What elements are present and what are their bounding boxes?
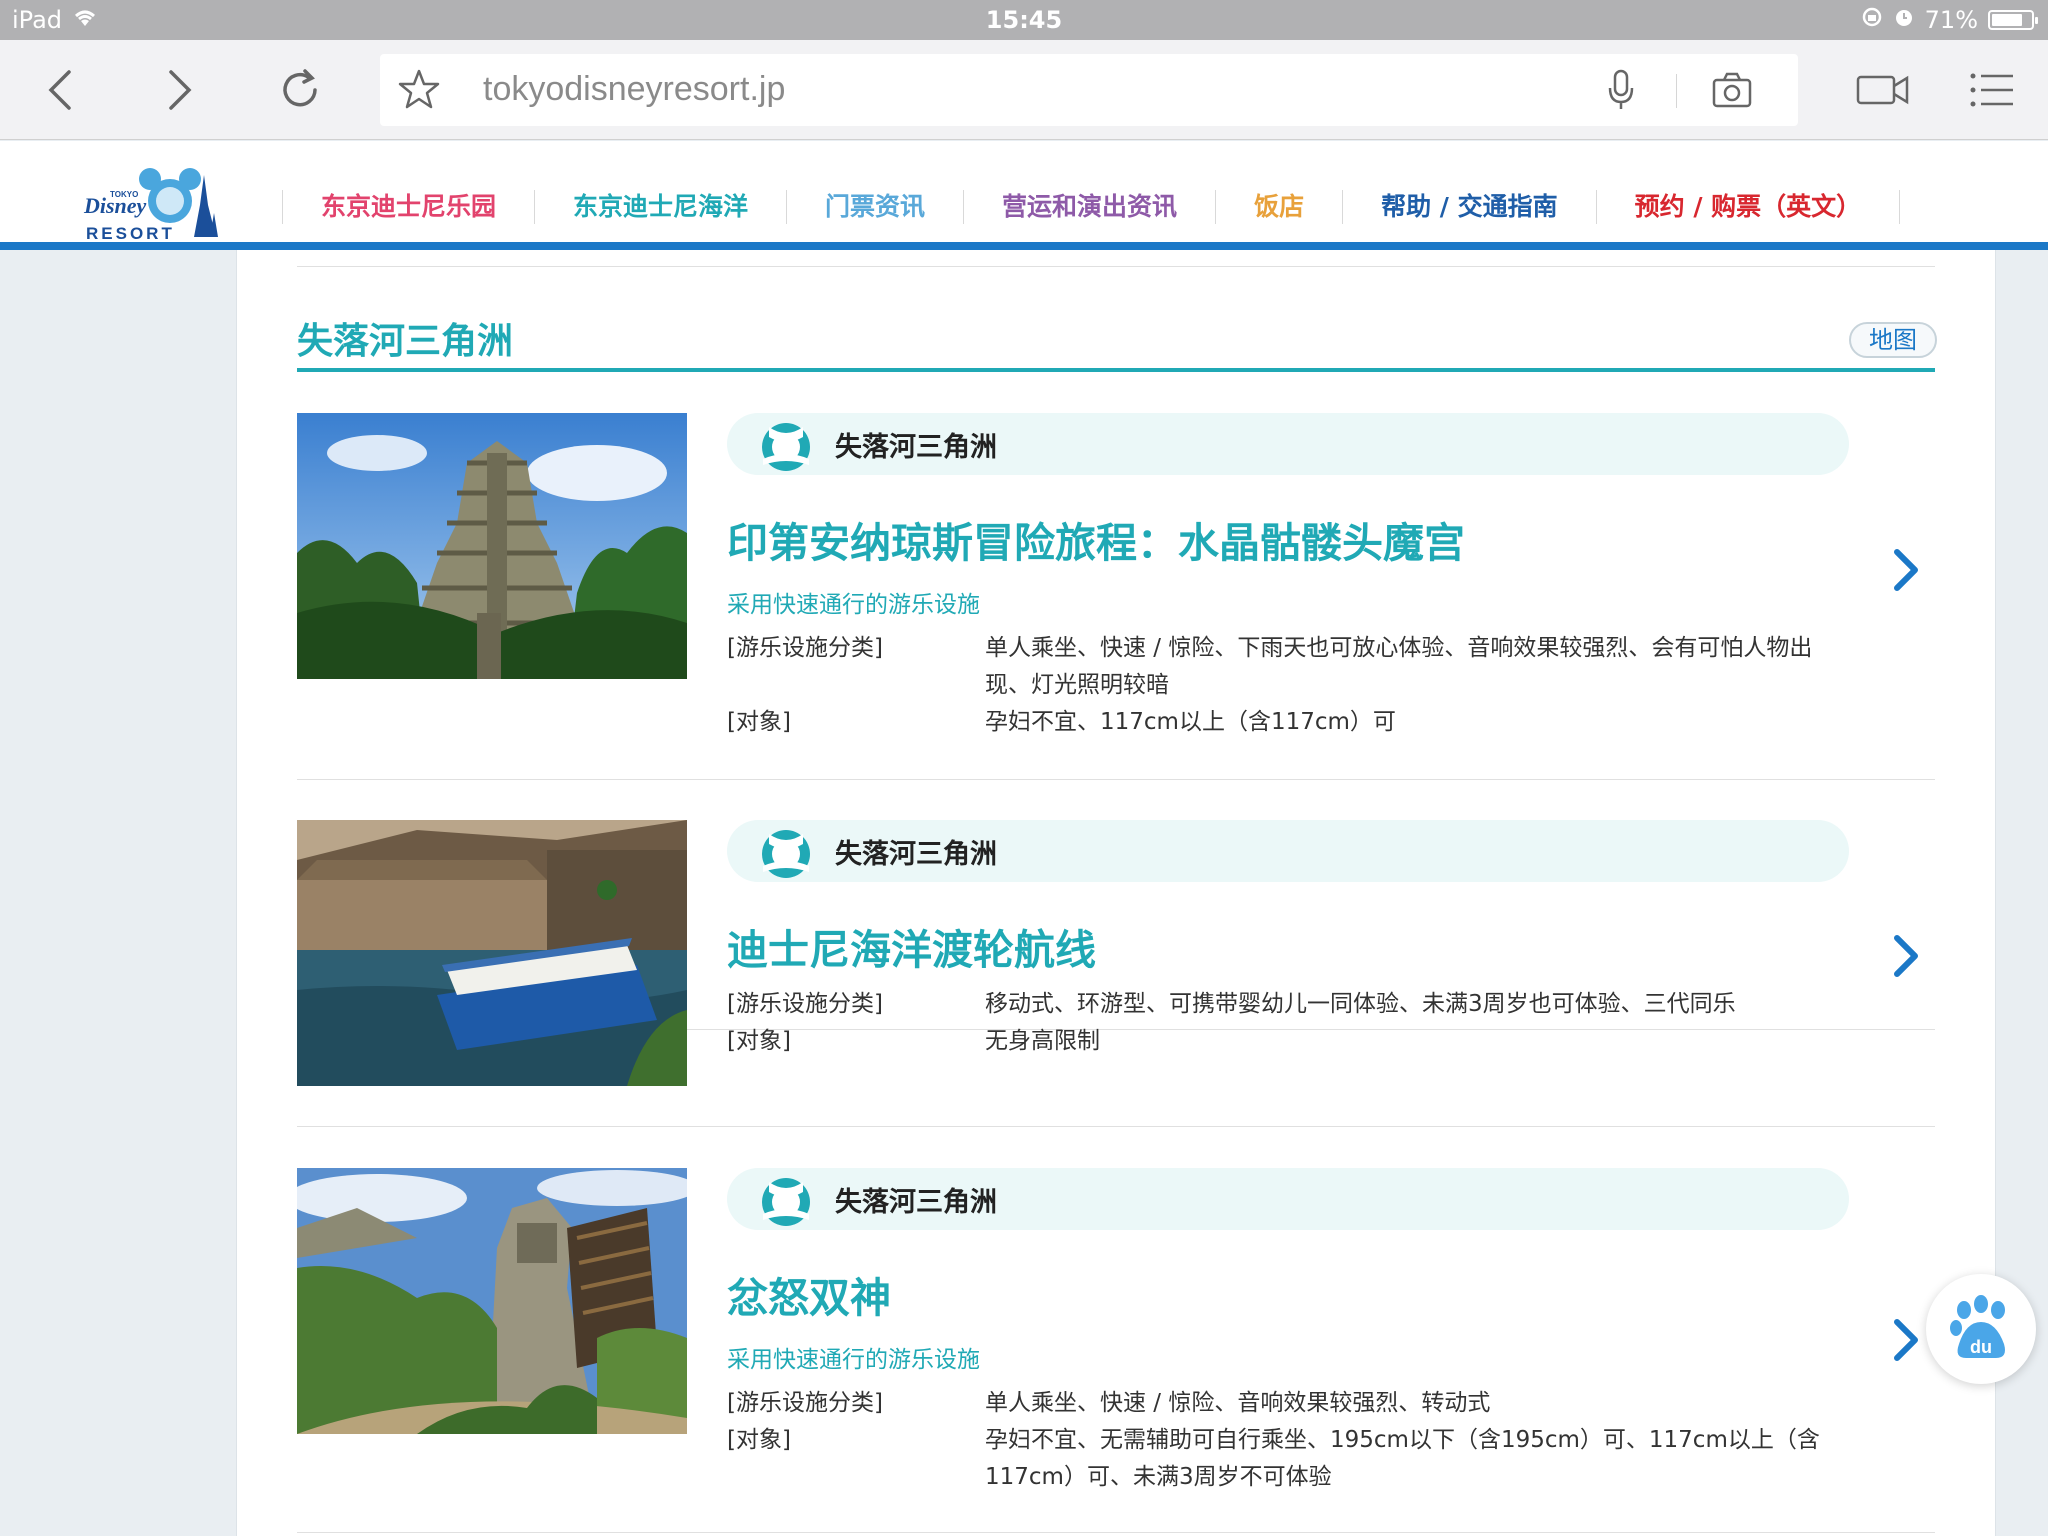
tokyo-disneysea-icon [762,1178,810,1226]
target-label: [对象] [727,709,791,735]
target-value: 无身高限制 [985,1028,1100,1054]
area-label: 失落河三角洲 [835,1187,997,1218]
site-header: TOKYO Disney RESORT 东京迪士尼乐园 东京迪士尼海洋 门票资讯 营运… [0,141,2048,250]
target-label: [对象] [727,1028,791,1054]
area-tag: 失落河三角洲 [727,820,1849,882]
map-button[interactable]: 地图 [1849,322,1937,358]
area-tag: 失落河三角洲 [727,1168,1849,1230]
category-value: 单人乘坐、快速 / 惊险、音响效果较强烈、转动式 [985,1390,1491,1416]
camera-icon[interactable] [1710,68,1754,116]
svg-text:Disney: Disney [83,193,147,218]
card-divider [297,1126,1935,1127]
chevron-right-icon[interactable] [1887,1316,1923,1364]
area-label: 失落河三角洲 [835,839,997,870]
ruins-coaster-photo [297,1168,687,1434]
divider [297,266,1935,267]
alarm-icon [1893,6,1915,34]
nav-item[interactable]: 营运和演出资讯 [963,190,1215,224]
attraction-name[interactable]: 印第安纳琼斯冒险旅程：水晶骷髅头魔宫 [727,509,1465,569]
forward-icon[interactable] [150,60,210,120]
nav-item[interactable]: 饭店 [1215,190,1342,224]
address-bar[interactable]: tokyodisneyresort.jp [380,54,1798,126]
status-bar: iPad 15:45 71% [0,0,2048,40]
attraction-name[interactable]: 迪士尼海洋渡轮航线 [727,916,1096,976]
address-divider [1676,74,1677,108]
attraction-name[interactable]: 忿怒双神 [727,1264,891,1324]
nav-item[interactable]: 预约 / 购票（英文） [1595,190,1901,224]
nav-item[interactable]: 东京迪士尼海洋 [534,190,786,224]
category-label: [游乐设施分类] [727,991,883,1017]
area-label: 失落河三角洲 [835,432,997,463]
baidu-paw-icon: du [1950,1295,2005,1358]
category-value: 单人乘坐、快速 / 惊险、下雨天也可放心体验、音响效果较强烈、会有可怕人物出现、… [985,635,1813,698]
target-label: [对象] [727,1427,791,1453]
ferry-boat-photo [297,820,687,1086]
tokyo-disneysea-icon [762,423,810,471]
menu-icon[interactable] [1962,60,2022,120]
tokyo-disney-resort-logo[interactable]: TOKYO Disney RESORT [82,165,252,245]
attraction-card[interactable]: 失落河三角洲 迪士尼海洋渡轮航线 [游乐设施分类] 移动式、环游型、可携带婴幼儿… [297,820,1935,1120]
browser-toolbar: tokyodisneyresort.jp [0,40,2048,140]
temple-pyramid-photo [297,413,687,679]
battery-percent: 71% [1924,6,1978,34]
bookmark-star-icon[interactable] [396,66,442,116]
chevron-right-icon[interactable] [1887,546,1923,594]
reload-icon[interactable] [270,60,330,120]
main-nav: 东京迪士尼乐园 东京迪士尼海洋 门票资讯 营运和演出资讯 饭店 帮助 / 交通指南 预约 /… [282,183,1901,231]
nav-item[interactable]: 帮助 / 交通指南 [1342,190,1596,224]
category-value: 移动式、环游型、可携带婴幼儿一同体验、未满3周岁也可体验、三代同乐 [985,991,1736,1017]
category-label: [游乐设施分类] [727,635,883,661]
attraction-card[interactable]: 失落河三角洲 忿怒双神 采用快速通行的游乐设施 [游乐设施分类] 单人乘坐、快速… [297,1168,1935,1528]
fastpass-label: 采用快速通行的游乐设施 [727,1347,980,1373]
card-divider [297,1532,1935,1533]
category-label: [游乐设施分类] [727,1390,883,1416]
microphone-icon[interactable] [1606,68,1636,116]
url-text[interactable]: tokyodisneyresort.jp [483,70,785,109]
area-title-underline [297,368,1935,372]
header-accent-line [0,242,2048,250]
card-divider [297,779,1935,780]
attraction-card[interactable]: 失落河三角洲 印第安纳琼斯冒险旅程：水晶骷髅头魔宫 采用快速通行的游乐设施 [游… [297,413,1935,1030]
svg-text:RESORT: RESORT [86,224,175,243]
area-title: 失落河三角洲 [297,321,514,362]
fastpass-label: 采用快速通行的游乐设施 [727,592,980,618]
target-value: 孕妇不宜、117cm以上（含117cm）可 [985,709,1396,735]
nav-item[interactable]: 东京迪士尼乐园 [282,190,534,224]
target-value: 孕妇不宜、无需辅助可自行乘坐、195cm以下（含195cm）可、117cm以上（… [985,1427,1820,1490]
clock: 15:45 [985,6,1063,34]
baidu-label: du [1970,1337,1992,1357]
baidu-float-button[interactable]: du [1926,1274,2036,1384]
nav-item[interactable]: 门票资讯 [786,190,963,224]
video-icon[interactable] [1850,60,1916,120]
area-tag: 失落河三角洲 [727,413,1849,475]
tokyo-disneysea-icon [762,830,810,878]
chevron-right-icon[interactable] [1887,932,1923,980]
rotation-lock-icon [1861,6,1883,34]
battery-icon [1988,10,2038,30]
content-panel: 失落河三角洲 地图 失落河三角洲 印第安纳琼斯冒险旅程：水晶骷髅头魔宫 采用快速… [236,250,1996,1536]
back-icon[interactable] [30,60,90,120]
